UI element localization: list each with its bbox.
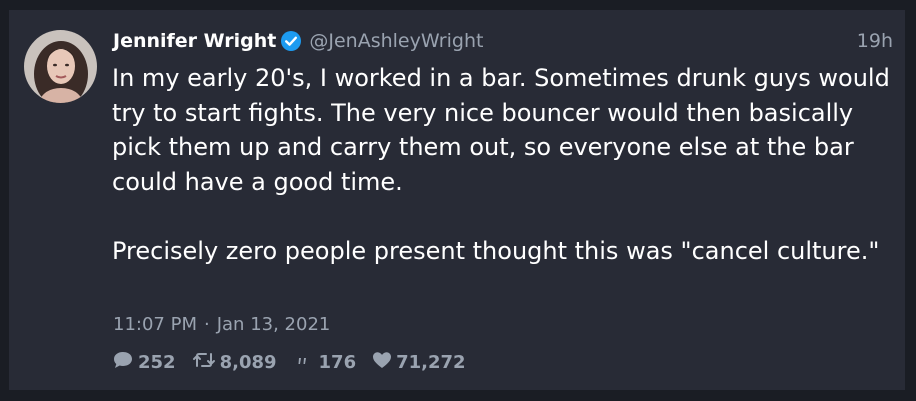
tweet-time: 11:07 PM [113, 314, 197, 335]
quote-tweet-button[interactable]: 176 [293, 351, 357, 375]
tweet-card[interactable]: Jennifer Wright @JenAshleyWright 19h In … [9, 10, 905, 390]
timestamp-separator: · [203, 314, 210, 335]
quote-count: 176 [318, 352, 357, 373]
tweet-header: Jennifer Wright @JenAshleyWright 19h [113, 26, 893, 56]
heart-icon [372, 351, 392, 374]
tweet-timestamp[interactable]: 11:07 PM · Jan 13, 2021 [113, 314, 330, 335]
retweet-button[interactable]: 8,089 [192, 350, 277, 375]
author-handle[interactable]: @JenAshleyWright [309, 30, 483, 52]
retweet-icon [192, 350, 216, 375]
tweet-paragraph: Precisely zero people present thought th… [112, 236, 880, 265]
screenshot-frame: Jennifer Wright @JenAshleyWright 19h In … [0, 0, 916, 401]
like-count: 71,272 [396, 352, 466, 373]
like-button[interactable]: 71,272 [372, 351, 466, 374]
quote-icon [297, 351, 309, 375]
author-name[interactable]: Jennifer Wright [113, 30, 276, 52]
verified-badge-icon [280, 30, 302, 52]
avatar[interactable] [24, 30, 97, 103]
reply-count: 252 [138, 352, 176, 373]
retweet-count: 8,089 [219, 352, 277, 373]
reply-button[interactable]: 252 [112, 350, 176, 375]
tweet-text: In my early 20's, I worked in a bar. Som… [112, 61, 892, 268]
tweet-date: Jan 13, 2021 [216, 314, 331, 335]
tweet-paragraph: In my early 20's, I worked in a bar. Som… [112, 64, 890, 196]
relative-time[interactable]: 19h [857, 30, 893, 52]
speech-bubble-icon [112, 350, 134, 375]
tweet-actions: 252 8,089 176 71,272 [112, 350, 482, 375]
